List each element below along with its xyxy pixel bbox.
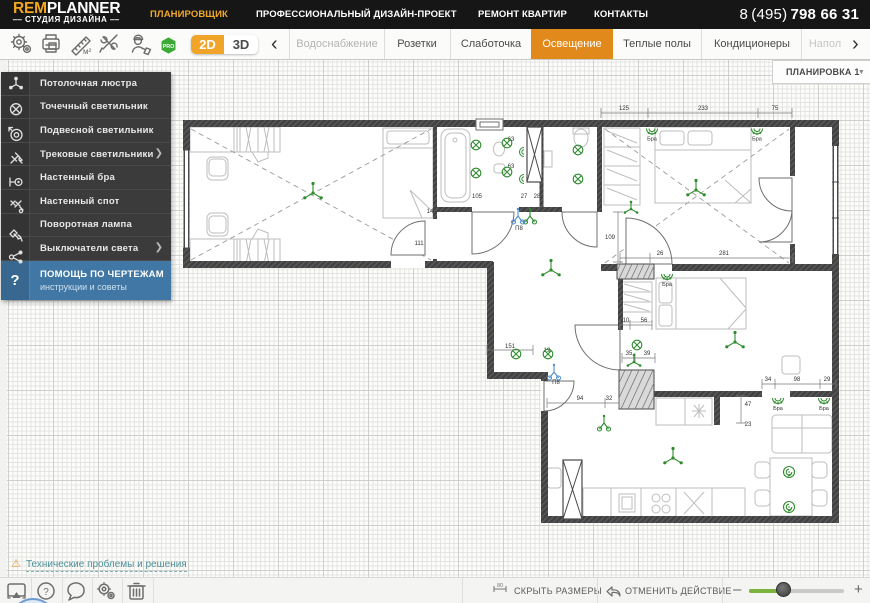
svg-text:39: 39	[644, 351, 651, 357]
svg-text:PRO: PRO	[163, 44, 175, 50]
svg-text:29: 29	[824, 377, 831, 383]
svg-text:Бра: Бра	[819, 406, 830, 412]
svg-text:10: 10	[623, 318, 630, 324]
svg-text:281: 281	[719, 251, 730, 257]
svg-text:м²: м²	[83, 47, 92, 56]
svg-text:26: 26	[657, 251, 664, 257]
svg-text:35: 35	[626, 351, 633, 357]
svg-text:98: 98	[794, 377, 801, 383]
svg-text:П8: П8	[552, 380, 560, 386]
svg-text:105: 105	[472, 194, 483, 200]
svg-text:47: 47	[745, 402, 752, 408]
svg-text:109: 109	[605, 235, 616, 241]
svg-text:П8: П8	[515, 226, 523, 232]
svg-text:32: 32	[606, 396, 613, 402]
svg-text:233: 233	[698, 106, 709, 112]
svg-text:?: ?	[43, 587, 49, 598]
svg-text:75: 75	[772, 106, 779, 112]
svg-text:34: 34	[765, 377, 772, 383]
svg-text:56: 56	[641, 318, 648, 324]
svg-text:80: 80	[497, 583, 503, 589]
svg-text:125: 125	[619, 106, 630, 112]
svg-text:Бра: Бра	[752, 137, 763, 143]
svg-text:Бра: Бра	[662, 282, 673, 288]
svg-text:28: 28	[534, 194, 541, 200]
svg-text:Бра: Бра	[647, 137, 658, 143]
svg-text:14: 14	[427, 209, 434, 215]
svg-text:23: 23	[745, 422, 752, 428]
svg-text:111: 111	[414, 241, 424, 247]
svg-text:Бра: Бра	[773, 406, 784, 412]
svg-text:27: 27	[521, 194, 528, 200]
svg-text:94: 94	[577, 396, 584, 402]
